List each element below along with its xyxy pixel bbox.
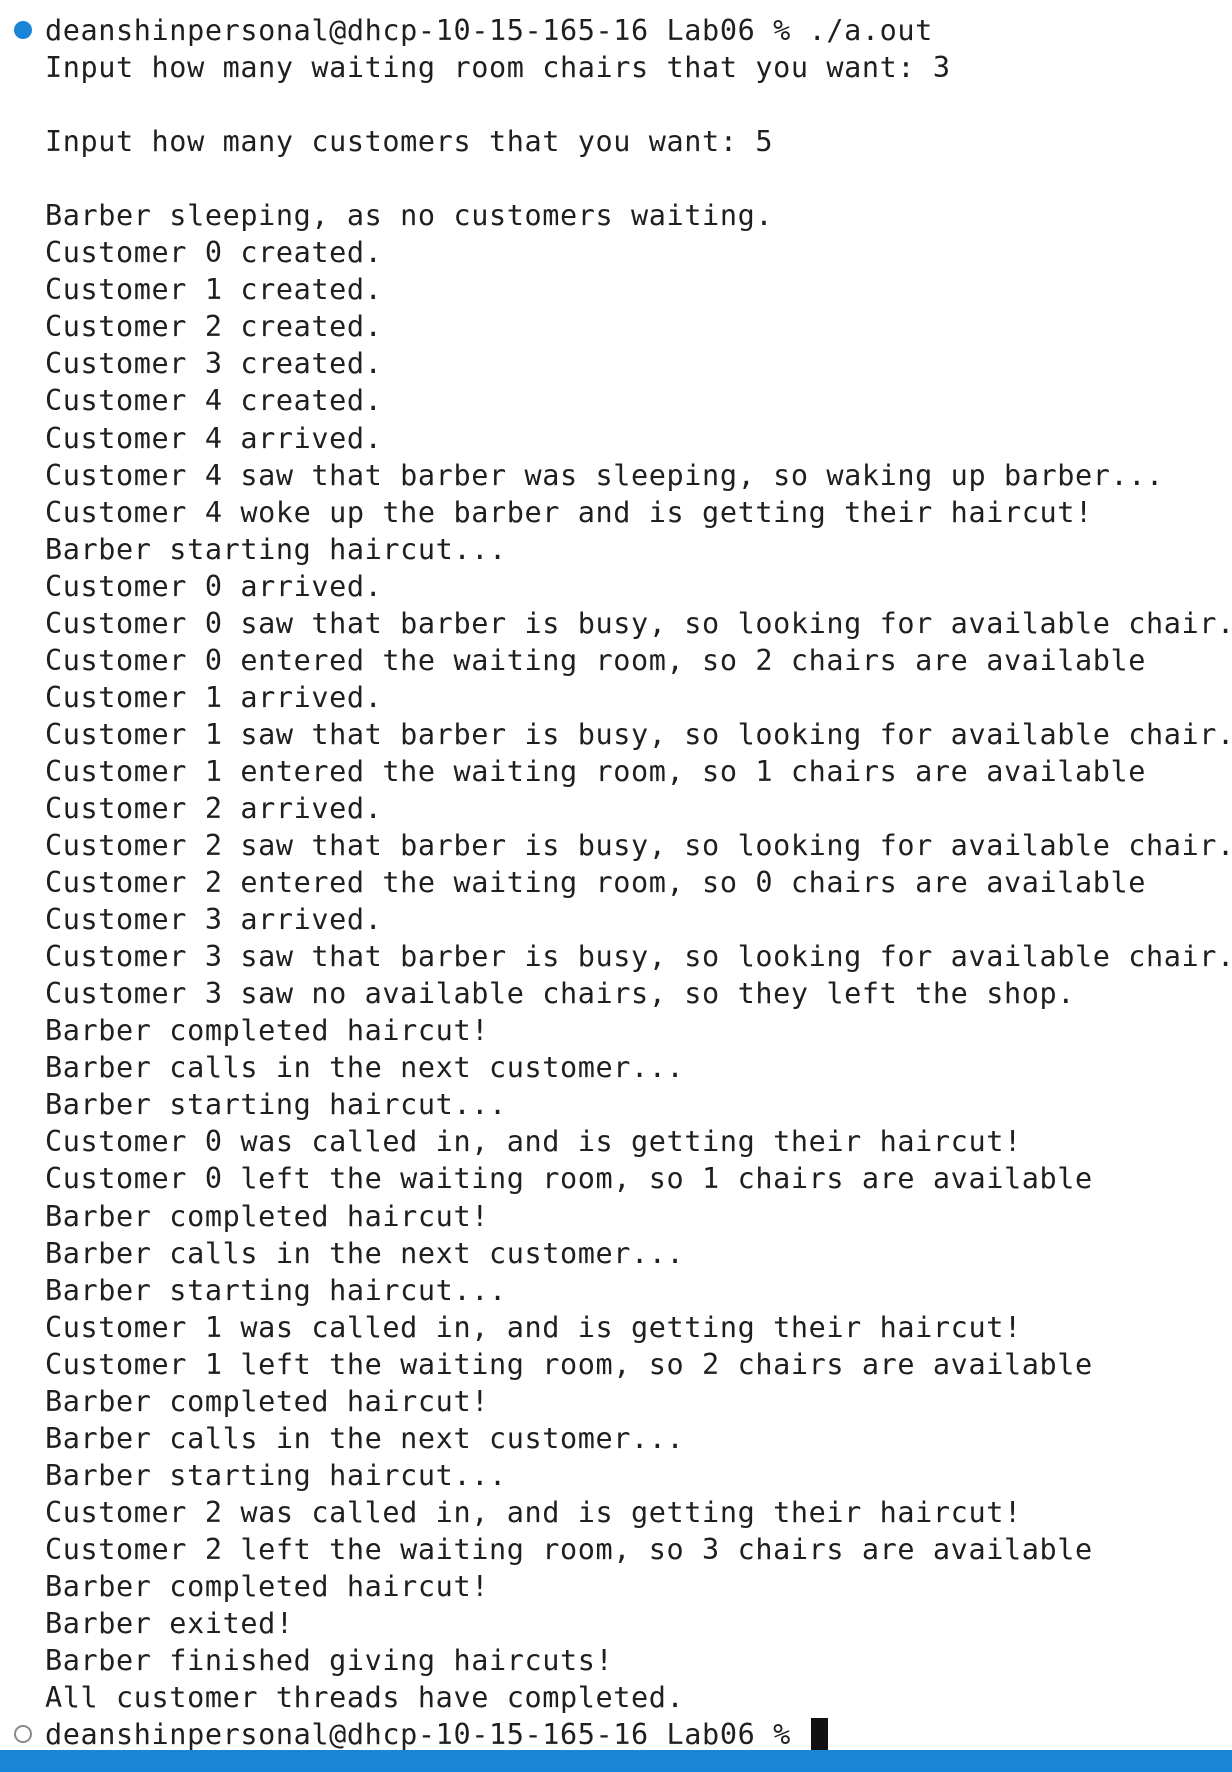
terminal-output[interactable]: deanshinpersonal@dhcp-10-15-165-16 Lab06…	[0, 12, 1232, 1753]
line-text: Customer 3 created.	[45, 347, 383, 381]
output-line: Customer 0 entered the waiting room, so …	[0, 642, 1232, 679]
output-line: Customer 1 created.	[0, 271, 1232, 308]
line-text: Customer 2 was called in, and is getting…	[45, 1495, 1022, 1529]
output-line: Customer 0 was called in, and is getting…	[0, 1123, 1232, 1160]
line-text: Barber calls in the next customer...	[45, 1236, 685, 1270]
output-line: Customer 0 saw that barber is busy, so l…	[0, 605, 1232, 642]
output-line: Customer 0 created.	[0, 234, 1232, 271]
prompt-text: deanshinpersonal@dhcp-10-15-165-16 Lab06…	[45, 1718, 809, 1752]
line-text: Customer 1 was called in, and is getting…	[45, 1310, 1022, 1344]
output-line: Customer 4 saw that barber was sleeping,…	[0, 457, 1232, 494]
line-text: Barber starting haircut...	[45, 1273, 507, 1307]
line-text: Customer 2 arrived.	[45, 791, 383, 825]
output-line: Customer 1 entered the waiting room, so …	[0, 753, 1232, 790]
output-line: Barber finished giving haircuts!	[0, 1642, 1232, 1679]
line-text: All customer threads have completed.	[45, 1681, 685, 1715]
line-text: Customer 2 saw that barber is busy, so l…	[45, 829, 1232, 863]
line-text: Customer 1 arrived.	[45, 680, 383, 714]
output-line: Customer 2 created.	[0, 308, 1232, 345]
output-line: Customer 2 left the waiting room, so 3 c…	[0, 1531, 1232, 1568]
line-text: Customer 3 saw that barber is busy, so l…	[45, 940, 1232, 974]
output-line: Barber exited!	[0, 1605, 1232, 1642]
line-text: Barber finished giving haircuts!	[45, 1644, 614, 1678]
output-line: Barber starting haircut...	[0, 1457, 1232, 1494]
line-text: Customer 2 left the waiting room, so 3 c…	[45, 1532, 1093, 1566]
output-line: Customer 3 arrived.	[0, 901, 1232, 938]
line-text: deanshinpersonal@dhcp-10-15-165-16 Lab06…	[45, 14, 933, 47]
line-text: Customer 4 saw that barber was sleeping,…	[45, 458, 1164, 492]
output-line: Input how many customers that you want: …	[0, 123, 1232, 160]
line-text: Input how many customers that you want: …	[45, 125, 774, 159]
output-line: Customer 3 saw no available chairs, so t…	[0, 975, 1232, 1012]
line-text: Customer 4 created.	[45, 384, 383, 418]
output-line: Barber calls in the next customer...	[0, 1420, 1232, 1457]
line-text: Customer 0 was called in, and is getting…	[45, 1125, 1022, 1159]
output-line: Barber completed haircut!	[0, 1012, 1232, 1049]
line-text: Barber completed haircut!	[45, 1569, 489, 1603]
line-text: Barber completed haircut!	[45, 1384, 489, 1418]
line-text: Barber sleeping, as no customers waiting…	[45, 199, 774, 233]
line-text: Barber completed haircut!	[45, 1199, 489, 1233]
line-text: Barber starting haircut...	[45, 532, 507, 566]
line-text: Barber calls in the next customer...	[45, 1051, 685, 1085]
output-line: Barber sleeping, as no customers waiting…	[0, 197, 1232, 234]
command-line: deanshinpersonal@dhcp-10-15-165-16 Lab06…	[0, 12, 1232, 49]
output-line: Customer 1 arrived.	[0, 679, 1232, 716]
line-text: Customer 3 saw no available chairs, so t…	[45, 977, 1075, 1011]
output-line: Barber completed haircut!	[0, 1568, 1232, 1605]
line-text: Barber exited!	[45, 1607, 294, 1641]
output-line: Customer 1 saw that barber is busy, so l…	[0, 716, 1232, 753]
output-line: Customer 4 arrived.	[0, 420, 1232, 457]
line-text: Customer 4 arrived.	[45, 421, 383, 455]
line-text: Customer 3 arrived.	[45, 903, 383, 937]
status-bar	[0, 1750, 1232, 1772]
output-line: Customer 1 left the waiting room, so 2 c…	[0, 1346, 1232, 1383]
output-line: Barber completed haircut!	[0, 1383, 1232, 1420]
line-text: Barber calls in the next customer...	[45, 1421, 685, 1455]
line-text: Customer 2 created.	[45, 310, 383, 344]
line-text: Customer 4 woke up the barber and is get…	[45, 495, 1093, 529]
line-text: Customer 1 created.	[45, 273, 383, 307]
output-line: Customer 3 created.	[0, 345, 1232, 382]
output-line: Customer 0 left the waiting room, so 1 c…	[0, 1160, 1232, 1197]
command-success-decoration-icon[interactable]	[14, 21, 32, 39]
output-line: Customer 3 saw that barber is busy, so l…	[0, 938, 1232, 975]
line-text: Barber completed haircut!	[45, 1014, 489, 1048]
cursor	[810, 1718, 828, 1752]
output-line: Customer 2 saw that barber is busy, so l…	[0, 827, 1232, 864]
output-line: Customer 4 woke up the barber and is get…	[0, 494, 1232, 531]
output-line: Barber starting haircut...	[0, 1086, 1232, 1123]
line-text: Customer 1 left the waiting room, so 2 c…	[45, 1347, 1093, 1381]
line-text: Customer 1 saw that barber is busy, so l…	[45, 717, 1232, 751]
line-text: Input how many waiting room chairs that …	[45, 51, 951, 85]
output-line: Customer 2 entered the waiting room, so …	[0, 864, 1232, 901]
output-line: Barber completed haircut!	[0, 1198, 1232, 1235]
line-text: Customer 0 saw that barber is busy, so l…	[45, 606, 1232, 640]
output-line: Customer 4 created.	[0, 382, 1232, 419]
output-line: Customer 2 arrived.	[0, 790, 1232, 827]
line-text: Barber starting haircut...	[45, 1458, 507, 1492]
output-line: Customer 0 arrived.	[0, 568, 1232, 605]
output-line: Barber calls in the next customer...	[0, 1235, 1232, 1272]
output-line: Input how many waiting room chairs that …	[0, 49, 1232, 86]
line-text: Customer 2 entered the waiting room, so …	[45, 866, 1147, 900]
line-text: Customer 0 entered the waiting room, so …	[45, 643, 1147, 677]
line-text: Barber starting haircut...	[45, 1088, 507, 1122]
output-line: Customer 2 was called in, and is getting…	[0, 1494, 1232, 1531]
output-line: Barber starting haircut...	[0, 1272, 1232, 1309]
line-text: Customer 0 created.	[45, 236, 383, 270]
prompt-line[interactable]: deanshinpersonal@dhcp-10-15-165-16 Lab06…	[0, 1716, 1232, 1753]
output-line: Barber starting haircut...	[0, 531, 1232, 568]
line-text: Customer 0 left the waiting room, so 1 c…	[45, 1162, 1093, 1196]
line-text: Customer 0 arrived.	[45, 569, 383, 603]
output-line: All customer threads have completed.	[0, 1679, 1232, 1716]
output-line: Customer 1 was called in, and is getting…	[0, 1309, 1232, 1346]
line-text: Customer 1 entered the waiting room, so …	[45, 754, 1147, 788]
command-pending-decoration-icon[interactable]	[14, 1725, 32, 1744]
output-line: Barber calls in the next customer...	[0, 1049, 1232, 1086]
